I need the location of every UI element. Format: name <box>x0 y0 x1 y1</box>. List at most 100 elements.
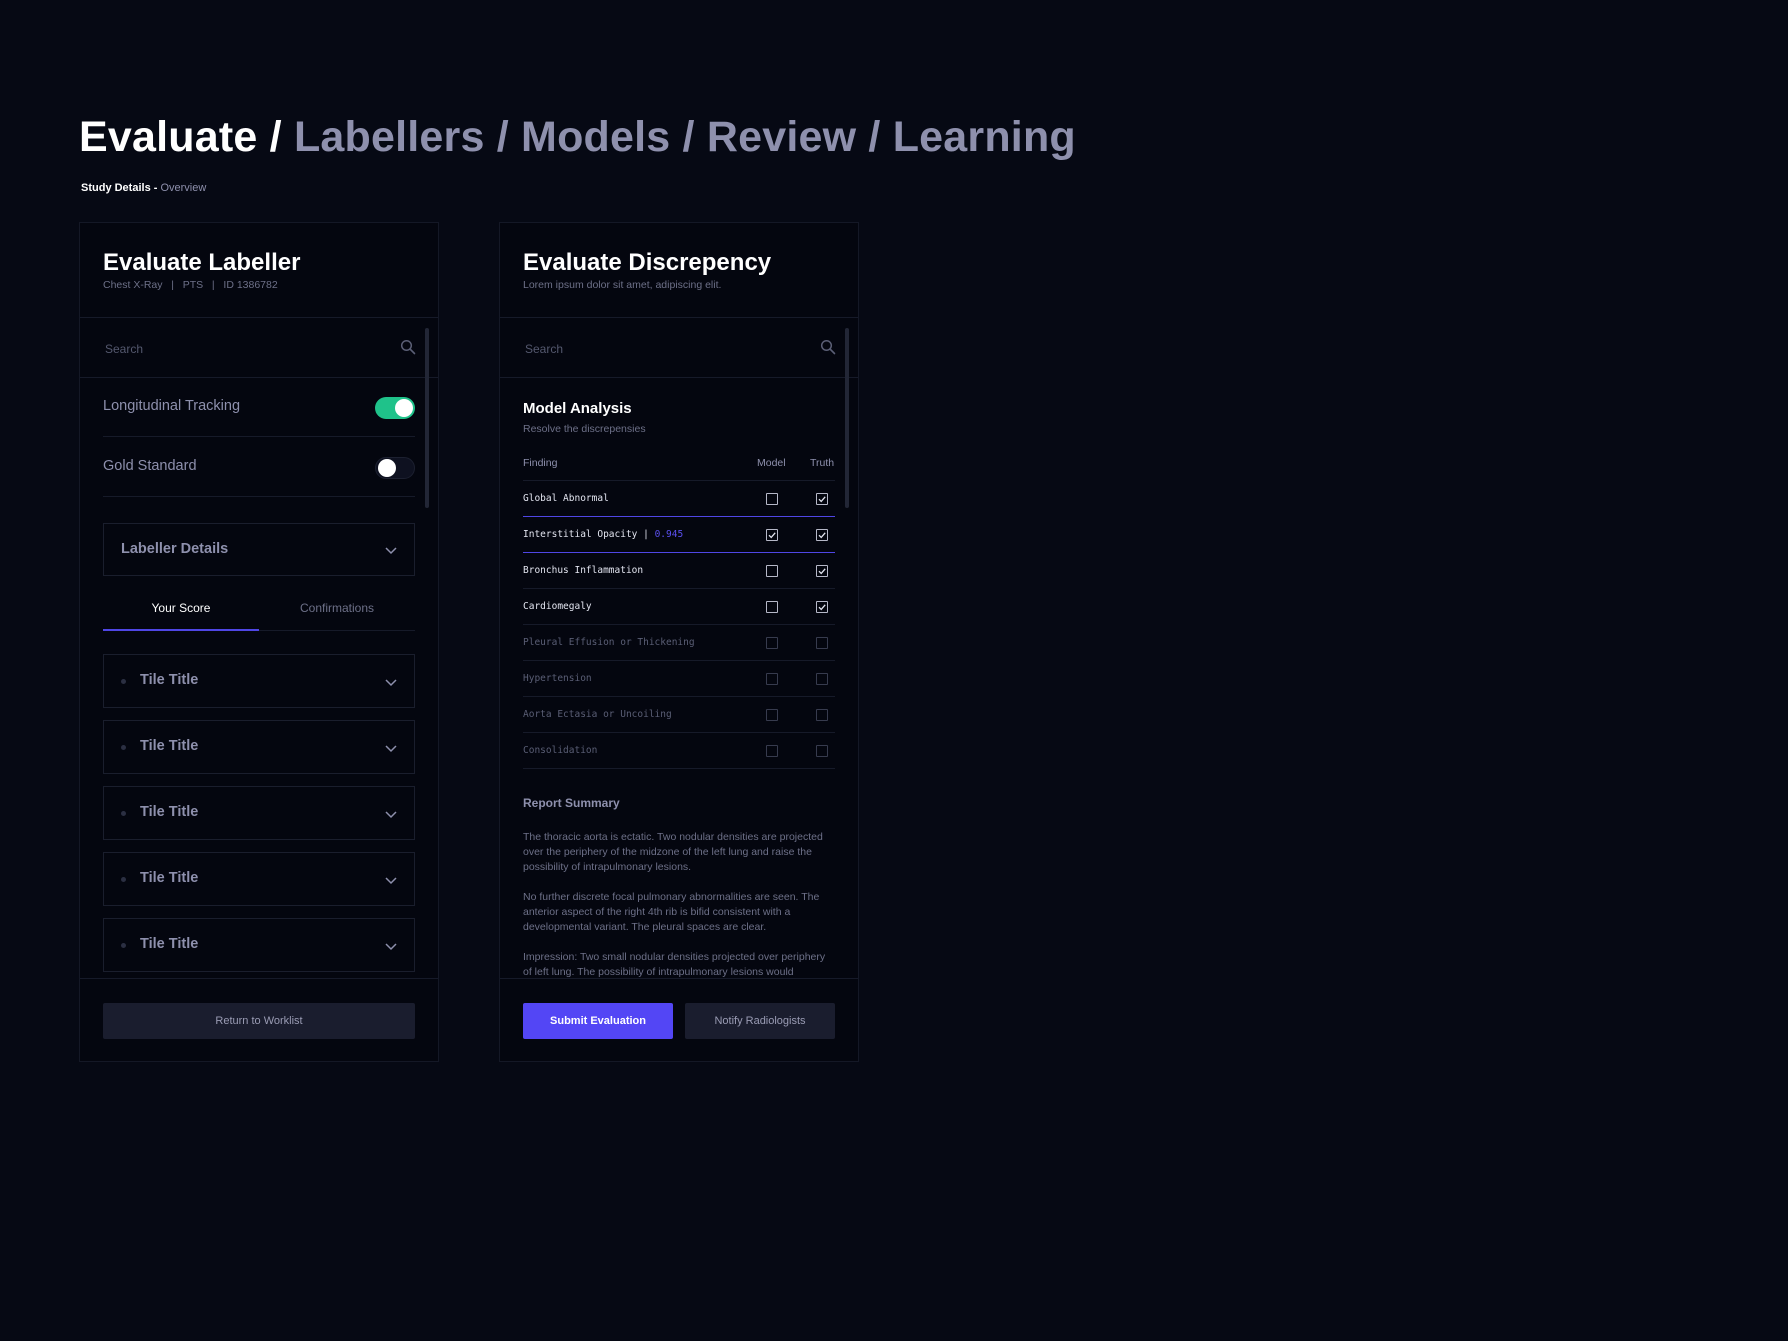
truth-checkbox[interactable] <box>816 673 828 685</box>
finding-label: Cardiomegaly <box>523 601 592 612</box>
model-analysis-title: Model Analysis <box>523 400 632 417</box>
breadcrumb-separator: / <box>682 113 695 161</box>
model-checkbox[interactable] <box>766 601 778 613</box>
bullet-dot <box>121 811 126 816</box>
search-icon[interactable] <box>400 339 416 355</box>
search-bar <box>500 318 858 378</box>
table-row[interactable]: Interstitial Opacity | 0.945 <box>523 517 835 553</box>
finding-label: Pleural Effusion or Thickening <box>523 637 695 648</box>
model-checkbox[interactable] <box>766 493 778 505</box>
tile[interactable]: Tile Title <box>103 654 415 708</box>
finding-name: Bronchus Inflammation <box>523 565 644 576</box>
finding-name: Aorta Ectasia or Uncoiling <box>523 709 672 720</box>
toggle-label: Gold Standard <box>103 458 197 474</box>
tile[interactable]: Tile Title <box>103 720 415 774</box>
finding-name: Hypertension <box>523 673 592 684</box>
bullet-dot <box>121 943 126 948</box>
tile-title: Tile Title <box>140 804 199 820</box>
breadcrumb-review[interactable]: Review <box>707 113 856 161</box>
breadcrumb-evaluate[interactable]: Evaluate <box>79 113 257 161</box>
truth-checkbox[interactable] <box>816 493 828 505</box>
tab-your-score[interactable]: Your Score <box>103 593 259 631</box>
truth-checkbox[interactable] <box>816 529 828 541</box>
search-input[interactable] <box>523 338 807 360</box>
breadcrumb-separator: / <box>868 113 881 161</box>
sub-breadcrumb-overview[interactable]: Overview <box>160 182 206 194</box>
truth-checkbox[interactable] <box>816 565 828 577</box>
toggle-longitudinal-tracking: Longitudinal Tracking <box>103 378 415 437</box>
model-checkbox[interactable] <box>766 529 778 541</box>
table-row[interactable]: Cardiomegaly <box>523 589 835 625</box>
finding-name: Pleural Effusion or Thickening <box>523 637 695 648</box>
chevron-down-icon <box>385 811 397 819</box>
table-row[interactable]: Hypertension <box>523 661 835 697</box>
finding-label: Global Abnormal <box>523 493 609 504</box>
chevron-down-icon <box>385 547 397 555</box>
submit-evaluation-button[interactable]: Submit Evaluation <box>523 1003 673 1039</box>
table-row[interactable]: Global Abnormal <box>523 481 835 517</box>
table-row[interactable]: Bronchus Inflammation <box>523 553 835 589</box>
labeller-details-dropdown[interactable]: Labeller Details <box>103 523 415 576</box>
findings-table-header: Finding Model Truth <box>523 445 835 481</box>
panel-header: Evaluate Labeller Chest X-Ray | PTS | ID… <box>80 223 438 318</box>
panel-footer: Submit Evaluation Notify Radiologists <box>500 978 858 1061</box>
search-input[interactable] <box>103 338 387 360</box>
finding-name: Global Abnormal <box>523 493 609 504</box>
breadcrumb-separator: / <box>496 113 509 161</box>
confidence-score: 0.945 <box>654 529 684 540</box>
score-tabs: Your Score Confirmations <box>103 593 415 631</box>
notify-radiologists-button[interactable]: Notify Radiologists <box>685 1003 835 1039</box>
tile-title: Tile Title <box>140 870 199 886</box>
bullet-dot <box>121 679 126 684</box>
checkmark-icon <box>768 532 776 539</box>
finding-name: Interstitial Opacity <box>523 529 638 540</box>
truth-checkbox[interactable] <box>816 637 828 649</box>
panel-subtitle: Chest X-Ray | PTS | ID 1386782 <box>103 279 278 291</box>
breadcrumb: Evaluate / Labellers / Models / Review /… <box>79 113 1076 162</box>
finding-label: Bronchus Inflammation <box>523 565 643 576</box>
dropdown-label: Labeller Details <box>121 541 229 557</box>
panel-header: Evaluate Discrepency Lorem ipsum dolor s… <box>500 223 858 318</box>
scrollbar[interactable] <box>845 328 849 508</box>
column-header-truth: Truth <box>810 457 835 469</box>
tile[interactable]: Tile Title <box>103 918 415 972</box>
breadcrumb-models[interactable]: Models <box>521 113 670 161</box>
column-header-model: Model <box>757 457 786 469</box>
tile-title: Tile Title <box>140 936 199 952</box>
return-to-worklist-button[interactable]: Return to Worklist <box>103 1003 415 1039</box>
table-row[interactable]: Pleural Effusion or Thickening <box>523 625 835 661</box>
finding-label: Aorta Ectasia or Uncoiling <box>523 709 672 720</box>
tile[interactable]: Tile Title <box>103 786 415 840</box>
truth-checkbox[interactable] <box>816 745 828 757</box>
scrollbar[interactable] <box>425 328 429 508</box>
tile[interactable]: Tile Title <box>103 852 415 906</box>
tab-confirmations[interactable]: Confirmations <box>259 593 415 631</box>
report-paragraph: The thoracic aorta is ectatic. Two nodul… <box>523 831 823 873</box>
breadcrumb-labellers[interactable]: Labellers <box>294 113 485 161</box>
truth-checkbox[interactable] <box>816 601 828 613</box>
model-checkbox[interactable] <box>766 565 778 577</box>
table-row[interactable]: Consolidation <box>523 733 835 769</box>
checkmark-icon <box>818 604 826 611</box>
report-paragraph: No further discrete focal pulmonary abno… <box>523 891 820 933</box>
truth-checkbox[interactable] <box>816 709 828 721</box>
breadcrumb-separator: / <box>269 113 282 161</box>
report-paragraph: Impression: Two small nodular densities … <box>523 951 826 978</box>
longitudinal-tracking-switch[interactable] <box>375 397 415 419</box>
gold-standard-switch[interactable] <box>375 457 415 479</box>
table-row[interactable]: Aorta Ectasia or Uncoiling <box>523 697 835 733</box>
model-checkbox[interactable] <box>766 745 778 757</box>
sub-breadcrumb-study-details[interactable]: Study Details - <box>81 182 157 194</box>
breadcrumb-learning[interactable]: Learning <box>893 113 1076 161</box>
model-checkbox[interactable] <box>766 673 778 685</box>
column-header-finding: Finding <box>523 457 558 469</box>
chevron-down-icon <box>385 877 397 885</box>
search-icon[interactable] <box>820 339 836 355</box>
model-checkbox[interactable] <box>766 709 778 721</box>
bullet-dot <box>121 877 126 882</box>
checkmark-icon <box>818 496 826 503</box>
model-checkbox[interactable] <box>766 637 778 649</box>
panel-footer: Return to Worklist <box>80 978 438 1061</box>
toggle-label: Longitudinal Tracking <box>103 398 241 414</box>
report-summary-title: Report Summary <box>523 796 620 810</box>
